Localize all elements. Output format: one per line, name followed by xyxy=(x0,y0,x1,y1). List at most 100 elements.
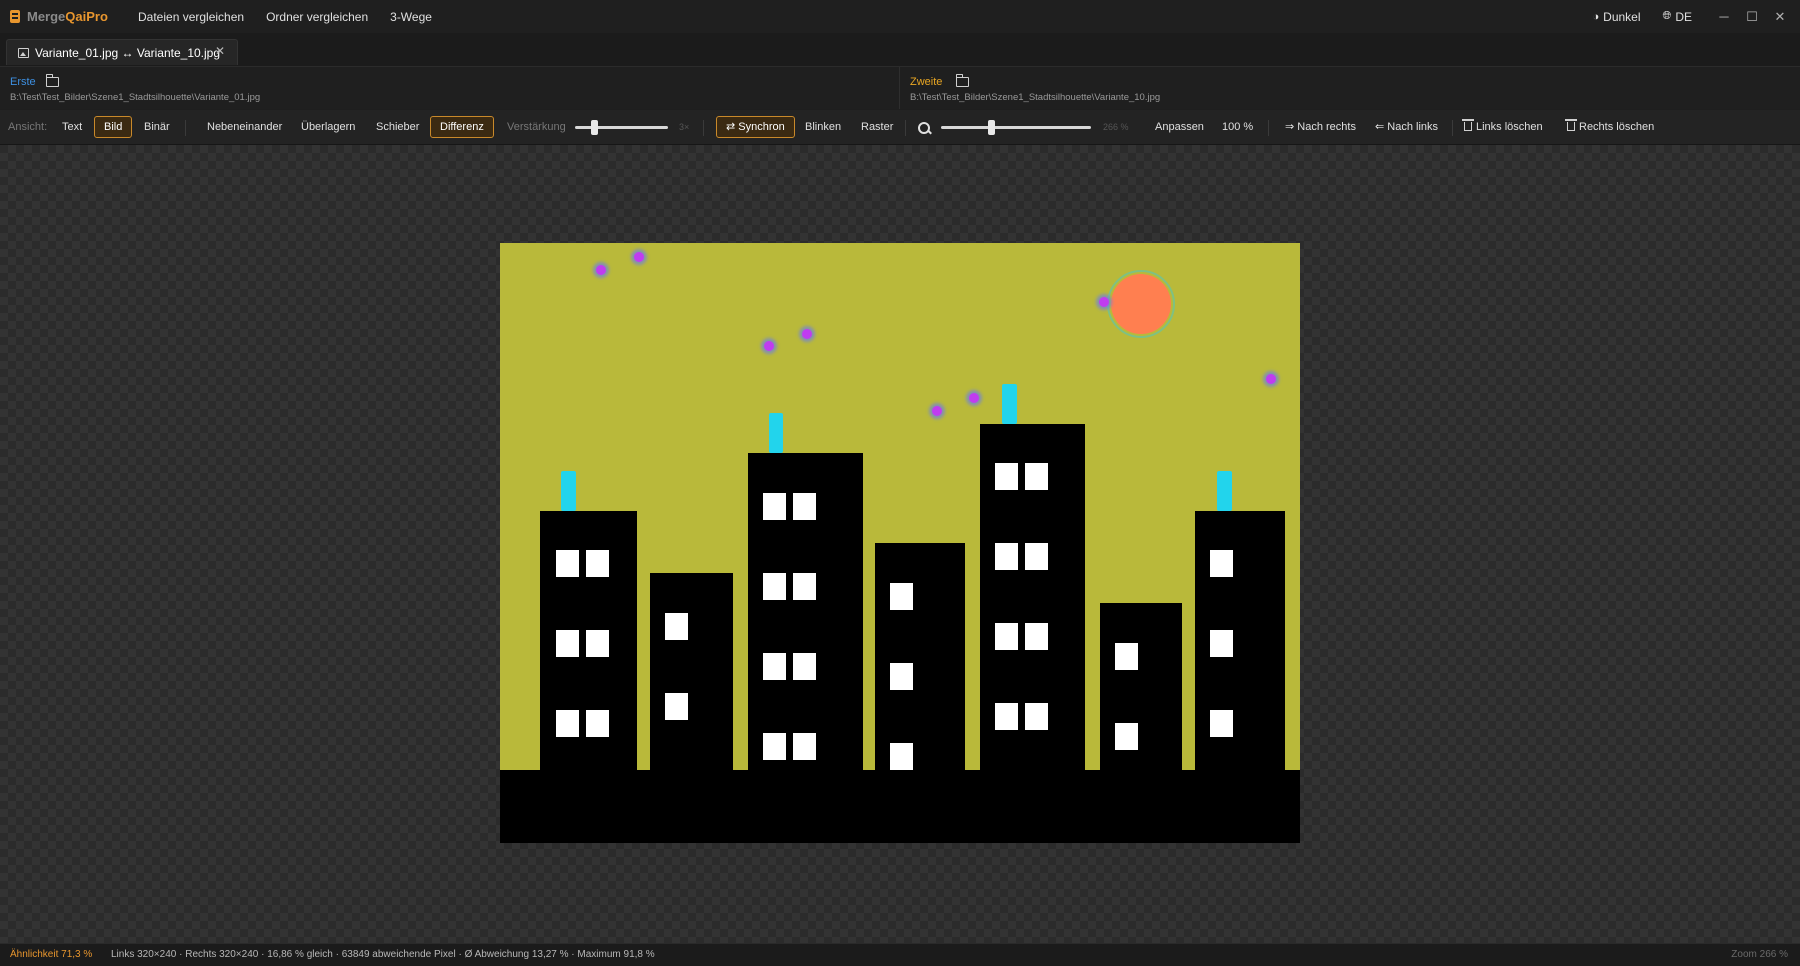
chimney xyxy=(769,413,783,453)
view-label: Ansicht: xyxy=(8,116,47,138)
image-icon xyxy=(18,48,29,58)
window xyxy=(586,630,609,657)
logo-text-prefix: Merge xyxy=(27,9,65,24)
difference-image xyxy=(500,243,1300,843)
building xyxy=(1195,511,1285,811)
blink-button[interactable]: Blinken xyxy=(796,116,850,138)
window xyxy=(586,710,609,737)
logo-text-suffix: QaiPro xyxy=(65,9,108,24)
text-mode-button[interactable]: Text xyxy=(53,116,91,138)
copy-right-button[interactable]: ⇒ Nach rechts xyxy=(1276,116,1365,138)
theme-label: Dunkel xyxy=(1603,10,1640,24)
window xyxy=(1025,543,1048,570)
slider-mode-button[interactable]: Schieber xyxy=(367,116,428,138)
window xyxy=(995,463,1018,490)
right-open-folder-icon[interactable] xyxy=(956,77,969,87)
grid-button[interactable]: Raster xyxy=(852,116,902,138)
amplification-slider[interactable] xyxy=(575,126,668,129)
menu-three-way[interactable]: 3-Wege xyxy=(390,10,432,24)
language-button[interactable]: 🌐︎ DE xyxy=(1663,10,1692,24)
half-circle-icon: ◑ xyxy=(1593,11,1600,23)
right-file-label: Zweite xyxy=(910,76,942,88)
side-by-side-button[interactable]: Nebeneinander xyxy=(198,116,291,138)
sun xyxy=(1111,274,1171,334)
window xyxy=(556,710,579,737)
similarity-value: Ähnlichkeit 71,3 % xyxy=(10,944,92,966)
stars xyxy=(593,249,1279,419)
image-mode-button[interactable]: Bild xyxy=(94,116,132,138)
window xyxy=(556,630,579,657)
delete-right-label: Rechts löschen xyxy=(1579,121,1654,133)
minimize-button[interactable]: ─ xyxy=(1710,9,1738,24)
window xyxy=(995,543,1018,570)
left-file-path: B:\Test\Test_Bilder\Szene1_Stadtsilhouet… xyxy=(10,92,260,103)
copy-left-button[interactable]: ⇐ Nach links xyxy=(1366,116,1447,138)
window xyxy=(665,693,688,720)
toolbar-divider xyxy=(905,120,906,136)
menu-compare-files[interactable]: Dateien vergleichen xyxy=(138,10,244,24)
tab-bar: Variante_01.jpg ↔ Variante_10.jpg ✕ xyxy=(0,33,1800,67)
star xyxy=(596,265,606,275)
main-menu: Dateien vergleichen Ordner vergleichen 3… xyxy=(138,10,454,24)
window xyxy=(665,613,688,640)
tab-label: Variante_01.jpg ↔ Variante_10.jpg xyxy=(35,46,220,60)
window xyxy=(1115,723,1138,750)
building xyxy=(650,573,733,813)
app-logo: MergeQaiPro xyxy=(10,9,138,24)
star xyxy=(1099,297,1109,307)
tab-comparison[interactable]: Variante_01.jpg ↔ Variante_10.jpg ✕ xyxy=(6,39,238,65)
building xyxy=(875,543,965,813)
theme-toggle-button[interactable]: ◑ Dunkel xyxy=(1593,10,1641,24)
title-right-controls: ◑ Dunkel 🌐︎ DE ─ ☐ ✕ xyxy=(1593,0,1800,33)
toolbar: Ansicht: Text Bild Binär Nebeneinander Ü… xyxy=(0,110,1800,145)
menu-compare-folders[interactable]: Ordner vergleichen xyxy=(266,10,368,24)
star xyxy=(802,329,812,339)
star xyxy=(634,252,644,262)
amplification-value: 3× xyxy=(679,116,689,138)
overlay-button[interactable]: Überlagern xyxy=(292,116,364,138)
left-file-bar: Erste B:\Test\Test_Bilder\Szene1_Stadtsi… xyxy=(0,67,900,109)
window xyxy=(890,583,913,610)
delete-right-button[interactable]: Rechts löschen xyxy=(1558,116,1663,138)
comparison-info: Links 320×240 · Rechts 320×240 · 16,86 %… xyxy=(111,944,655,966)
image-canvas[interactable] xyxy=(0,145,1800,943)
toolbar-divider xyxy=(1268,120,1269,136)
zoom-slider-thumb[interactable] xyxy=(988,120,995,135)
chimneys xyxy=(561,384,1232,511)
delete-left-button[interactable]: Links löschen xyxy=(1455,116,1552,138)
window xyxy=(763,573,786,600)
sync-button[interactable]: ⇄ Synchron xyxy=(716,116,795,138)
close-window-button[interactable]: ✕ xyxy=(1766,9,1794,25)
amplification-label: Verstärkung xyxy=(507,116,566,138)
window xyxy=(1210,710,1233,737)
amplification-slider-thumb[interactable] xyxy=(591,120,598,135)
window xyxy=(793,493,816,520)
window xyxy=(1210,550,1233,577)
star xyxy=(764,341,774,351)
status-zoom: Zoom 266 % xyxy=(1731,944,1788,966)
maximize-button[interactable]: ☐ xyxy=(1738,9,1766,25)
zoom-value: 266 % xyxy=(1103,116,1129,138)
toolbar-divider xyxy=(1452,120,1453,136)
star xyxy=(1266,374,1276,384)
difference-button[interactable]: Differenz xyxy=(430,116,494,138)
zoom-slider[interactable] xyxy=(941,126,1091,129)
status-bar: Ähnlichkeit 71,3 % Links 320×240 · Recht… xyxy=(0,943,1800,966)
window xyxy=(793,733,816,760)
left-open-folder-icon[interactable] xyxy=(46,77,59,87)
window xyxy=(1210,630,1233,657)
window xyxy=(995,703,1018,730)
window xyxy=(763,733,786,760)
fit-button[interactable]: Anpassen xyxy=(1146,116,1213,138)
window xyxy=(1025,463,1048,490)
right-file-bar: Zweite B:\Test\Test_Bilder\Szene1_Stadts… xyxy=(900,67,1800,109)
app-logo-icon xyxy=(10,10,20,23)
window xyxy=(763,493,786,520)
window xyxy=(890,663,913,690)
binary-mode-button[interactable]: Binär xyxy=(135,116,179,138)
tab-close-button[interactable]: ✕ xyxy=(215,44,225,58)
star xyxy=(969,393,979,403)
toolbar-divider xyxy=(703,120,704,136)
actual-size-button[interactable]: 100 % xyxy=(1213,116,1262,138)
chimney xyxy=(1217,471,1232,511)
